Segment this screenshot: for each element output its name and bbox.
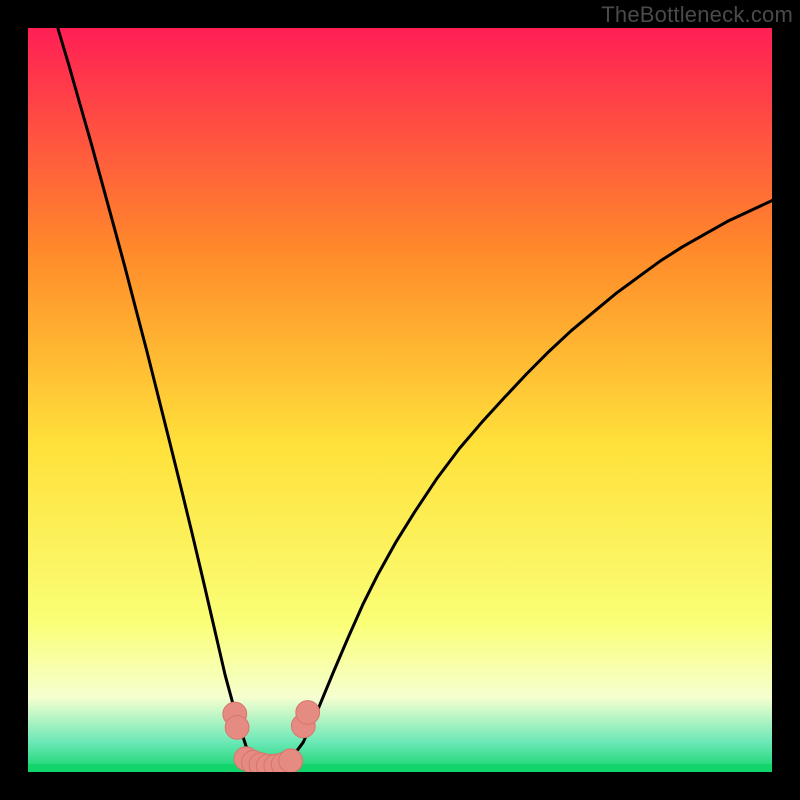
marker-left-1 <box>225 716 249 740</box>
bottom-green-strip <box>28 764 772 772</box>
marker-right-1 <box>296 701 320 725</box>
gradient-background <box>28 28 772 772</box>
outer-frame: TheBottleneck.com <box>0 0 800 800</box>
watermark-text: TheBottleneck.com <box>601 2 793 28</box>
plot-area <box>28 28 772 772</box>
marker-bottom-6 <box>279 749 303 772</box>
chart-svg <box>28 28 772 772</box>
